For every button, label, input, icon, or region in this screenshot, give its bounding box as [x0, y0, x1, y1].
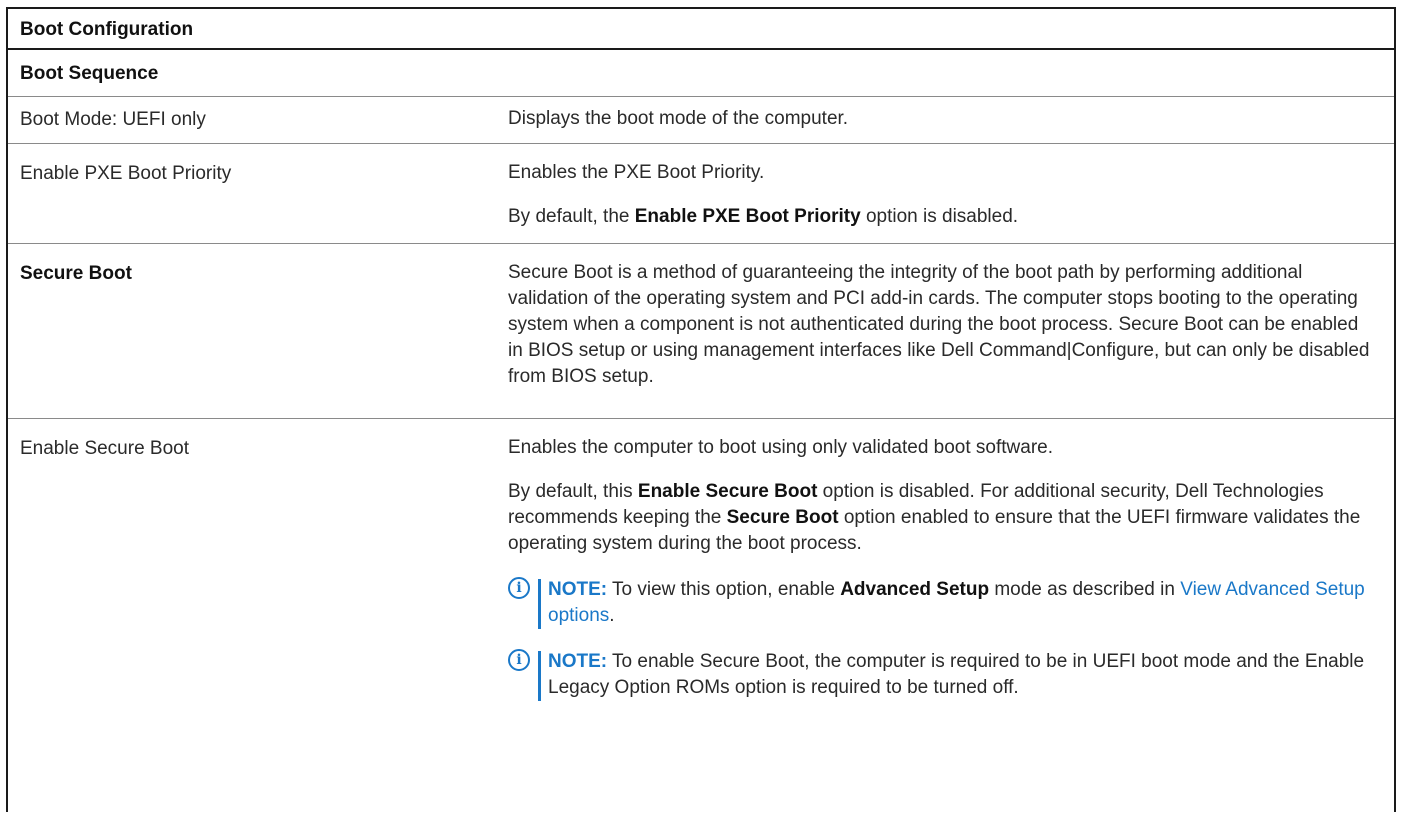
table-title-row: Boot Configuration: [8, 9, 1394, 50]
setting-name: Boot Mode: UEFI only: [20, 109, 206, 130]
table-row: Enable PXE Boot Priority Enables the PXE…: [8, 144, 1394, 244]
setting-name: Enable Secure Boot: [20, 438, 190, 459]
description-text: Enables the PXE Boot Priority.: [508, 162, 765, 183]
setting-description: Enables the PXE Boot Priority. By defaul…: [508, 160, 1378, 230]
note-accent-bar: [538, 651, 541, 701]
description-text: Secure Boot is a method of guaranteeing …: [508, 262, 1370, 387]
section-row: Boot Sequence: [8, 50, 1394, 97]
info-icon: i: [508, 577, 530, 599]
setting-description: Displays the boot mode of the computer.: [508, 106, 1378, 132]
description-text: By default, this Enable Secure Boot opti…: [508, 481, 1361, 554]
setting-name: Secure Boot: [20, 263, 132, 284]
setting-description: Secure Boot is a method of guaranteeing …: [508, 260, 1378, 390]
note-box: i NOTE: To enable Secure Boot, the compu…: [508, 649, 1378, 701]
note-label: NOTE:: [548, 579, 608, 600]
table-title: Boot Configuration: [20, 19, 194, 40]
table-row: Secure Boot Secure Boot is a method of g…: [8, 244, 1394, 419]
table-row: Boot Mode: UEFI only Displays the boot m…: [8, 97, 1394, 144]
note-box: i NOTE: To view this option, enable Adva…: [508, 577, 1378, 629]
note-label: NOTE:: [548, 651, 608, 672]
setting-name: Enable PXE Boot Priority: [20, 163, 232, 184]
info-icon: i: [508, 649, 530, 671]
description-text: Enables the computer to boot using only …: [508, 437, 1054, 458]
description-text: By default, the Enable PXE Boot Priority…: [508, 206, 1019, 227]
note-accent-bar: [538, 579, 541, 629]
table-row: Enable Secure Boot Enables the computer …: [8, 419, 1394, 819]
boot-configuration-table: Boot Configuration Boot Sequence Boot Mo…: [6, 7, 1396, 812]
section-title: Boot Sequence: [20, 63, 159, 84]
setting-description: Enables the computer to boot using only …: [508, 435, 1378, 701]
description-text: Displays the boot mode of the computer.: [508, 108, 849, 129]
